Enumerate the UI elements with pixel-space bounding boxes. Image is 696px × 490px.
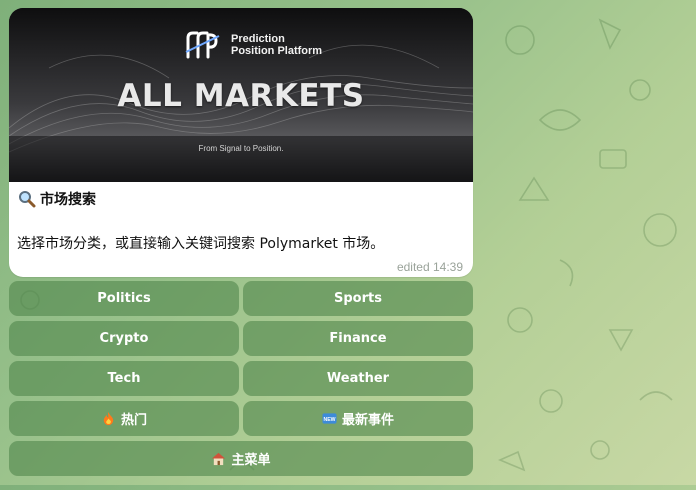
politics-button-label: Politics	[97, 291, 151, 306]
sports-button-label: Sports	[334, 291, 382, 306]
crypto-button[interactable]: Crypto	[9, 321, 239, 356]
banner-image: Prediction Position Platform ALL MARKETS…	[9, 8, 473, 182]
main-menu-button[interactable]: 主菜单	[9, 441, 473, 476]
hot-button[interactable]: 热门	[9, 401, 239, 436]
politics-button[interactable]: Politics	[9, 281, 239, 316]
finance-button-label: Finance	[329, 331, 387, 346]
latest-events-button-label: 最新事件	[341, 413, 394, 428]
brand-line-2: Position Platform	[231, 45, 323, 57]
latest-events-button[interactable]: NEW 最新事件	[243, 401, 473, 436]
new-badge-icon: NEW	[322, 413, 337, 424]
magnifier-icon	[19, 191, 36, 208]
brand-lockup: Prediction Position Platform	[183, 30, 322, 60]
weather-button-label: Weather	[326, 371, 390, 386]
sports-button[interactable]: Sports	[243, 281, 473, 316]
message-edited-time: edited 14:39	[396, 260, 463, 274]
message-title: 市场搜索	[18, 189, 96, 209]
tech-button[interactable]: Tech	[9, 361, 239, 396]
svg-text:NEW: NEW	[323, 417, 335, 423]
banner-title: ALL MARKETS	[117, 78, 365, 114]
finance-button[interactable]: Finance	[243, 321, 473, 356]
banner-tagline: From Signal to Position.	[198, 144, 284, 153]
hot-button-label: 热门	[120, 413, 147, 428]
message-body: 选择市场分类，或直接输入关键词搜索 Polymarket 市场。	[17, 236, 385, 252]
message-title-text: 市场搜索	[40, 192, 96, 208]
house-icon	[212, 452, 226, 466]
fire-icon	[103, 411, 114, 426]
brand-line-1: Prediction	[231, 33, 285, 45]
weather-button[interactable]: Weather	[243, 361, 473, 396]
crypto-button-label: Crypto	[99, 331, 149, 346]
tech-button-label: Tech	[107, 371, 141, 386]
main-menu-button-label: 主菜单	[231, 453, 271, 468]
brand-logo-icon	[185, 31, 220, 59]
message-bubble: Prediction Position Platform ALL MARKETS…	[9, 8, 473, 277]
